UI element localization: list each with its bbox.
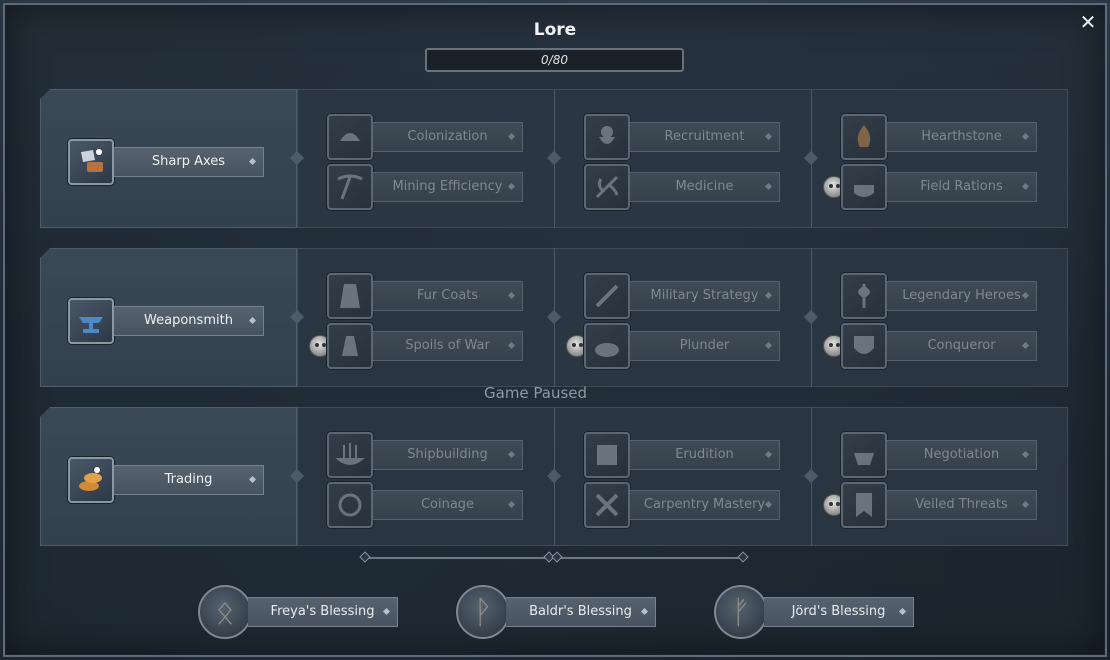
window-title: Lore — [533, 20, 577, 40]
lore-skill-button[interactable]: Plunder — [566, 323, 782, 369]
axe-icon — [841, 273, 887, 319]
lore-row: Trading Shipbuilding Coinage Erudition Carpe… — [40, 407, 1068, 546]
lore-skill-label: Shipbuilding — [373, 440, 523, 470]
lore-lead-button[interactable]: Weaponsmith — [68, 298, 266, 344]
loot-sack-icon — [327, 323, 373, 369]
lore-skill-button[interactable]: Mining Efficiency — [327, 164, 525, 210]
lore-skill-label: Fur Coats — [373, 281, 523, 311]
lore-skill-label: Conqueror — [887, 331, 1037, 361]
banner-icon — [841, 482, 887, 528]
longship-icon — [327, 432, 373, 478]
blessing-label: Jörd's Blessing — [764, 597, 914, 627]
bearded-man-icon — [584, 114, 630, 160]
lore-skill-button[interactable]: Fur Coats — [327, 273, 525, 319]
anvil-icon — [68, 298, 114, 344]
lore-skill-button[interactable]: Spoils of War — [309, 323, 525, 369]
coins-icon — [68, 457, 114, 503]
fire-icon — [841, 114, 887, 160]
blessing-jord[interactable]: ᚠ Jörd's Blessing — [714, 585, 914, 639]
pickaxe-icon — [327, 164, 373, 210]
blessing-label: Freya's Blessing — [248, 597, 398, 627]
lore-skill-button[interactable]: Legendary Heroes — [841, 273, 1039, 319]
cauldron-icon — [841, 432, 887, 478]
lore-lead-label: Weaponsmith — [114, 306, 264, 336]
lore-lead-label: Sharp Axes — [114, 147, 264, 177]
herb-icon — [584, 164, 630, 210]
lore-lead-label: Trading — [114, 465, 264, 495]
lore-skill-label: Carpentry Mastery — [630, 490, 780, 520]
lore-lead-button[interactable]: Trading — [68, 457, 266, 503]
lore-skill-label: Field Rations — [887, 172, 1037, 202]
blessing-freya[interactable]: ᛟ Freya's Blessing — [198, 585, 398, 639]
lore-row: Weaponsmith Fur Coats Spoils of War Militar… — [40, 248, 1068, 387]
sharp-axes-icon — [68, 139, 114, 185]
rune-icon: ᚹ — [456, 585, 510, 639]
blessing-baldr[interactable]: ᚹ Baldr's Blessing — [456, 585, 656, 639]
sword-icon — [584, 273, 630, 319]
lore-skill-label: Veiled Threats — [887, 490, 1037, 520]
lore-skill-button[interactable]: Conqueror — [823, 323, 1039, 369]
lore-skill-button[interactable]: Hearthstone — [841, 114, 1039, 160]
game-paused-text: Game Paused — [484, 384, 588, 402]
cooking-pot-icon — [841, 164, 887, 210]
lore-skill-button[interactable]: Recruitment — [584, 114, 782, 160]
lore-skill-label: Erudition — [630, 440, 780, 470]
lore-skill-label: Recruitment — [630, 122, 780, 152]
lore-skill-button[interactable]: Erudition — [584, 432, 782, 478]
lore-skill-label: Mining Efficiency — [373, 172, 523, 202]
lore-skill-button[interactable]: Coinage — [327, 482, 525, 528]
map-icon — [584, 432, 630, 478]
carpentry-icon — [584, 482, 630, 528]
lore-skill-label: Colonization — [373, 122, 523, 152]
lore-skill-button[interactable]: Medicine — [584, 164, 782, 210]
lore-skill-button[interactable]: Carpentry Mastery — [584, 482, 782, 528]
lore-skill-label: Legendary Heroes — [887, 281, 1037, 311]
divider — [359, 551, 749, 563]
lore-skill-button[interactable]: Veiled Threats — [823, 482, 1039, 528]
progress-text: 0/80 — [541, 53, 568, 67]
lore-skill-label: Hearthstone — [887, 122, 1037, 152]
colonization-icon — [327, 114, 373, 160]
lore-lead-button[interactable]: Sharp Axes — [68, 139, 266, 185]
lore-skill-label: Negotiation — [887, 440, 1037, 470]
lore-skill-label: Military Strategy — [630, 281, 780, 311]
lore-skill-button[interactable]: Negotiation — [841, 432, 1039, 478]
lore-skill-button[interactable]: Field Rations — [823, 164, 1039, 210]
lore-skill-button[interactable]: Colonization — [327, 114, 525, 160]
blessing-label: Baldr's Blessing — [506, 597, 656, 627]
coin-icon — [327, 482, 373, 528]
lore-skill-label: Plunder — [630, 331, 780, 361]
rune-icon: ᚠ — [714, 585, 768, 639]
lore-skill-label: Medicine — [630, 172, 780, 202]
rune-icon: ᛟ — [198, 585, 252, 639]
fur-coat-icon — [327, 273, 373, 319]
lore-progress-bar: 0/80 — [425, 48, 684, 72]
lore-skill-button[interactable]: Shipbuilding — [327, 432, 525, 478]
treasure-pile-icon — [584, 323, 630, 369]
close-icon[interactable]: ✕ — [1076, 10, 1100, 34]
lore-row: Sharp Axes Colonization Mining Efficiency R… — [40, 89, 1068, 228]
lore-skill-label: Spoils of War — [373, 331, 523, 361]
lore-skill-label: Coinage — [373, 490, 523, 520]
lore-skill-button[interactable]: Military Strategy — [584, 273, 782, 319]
armor-icon — [841, 323, 887, 369]
